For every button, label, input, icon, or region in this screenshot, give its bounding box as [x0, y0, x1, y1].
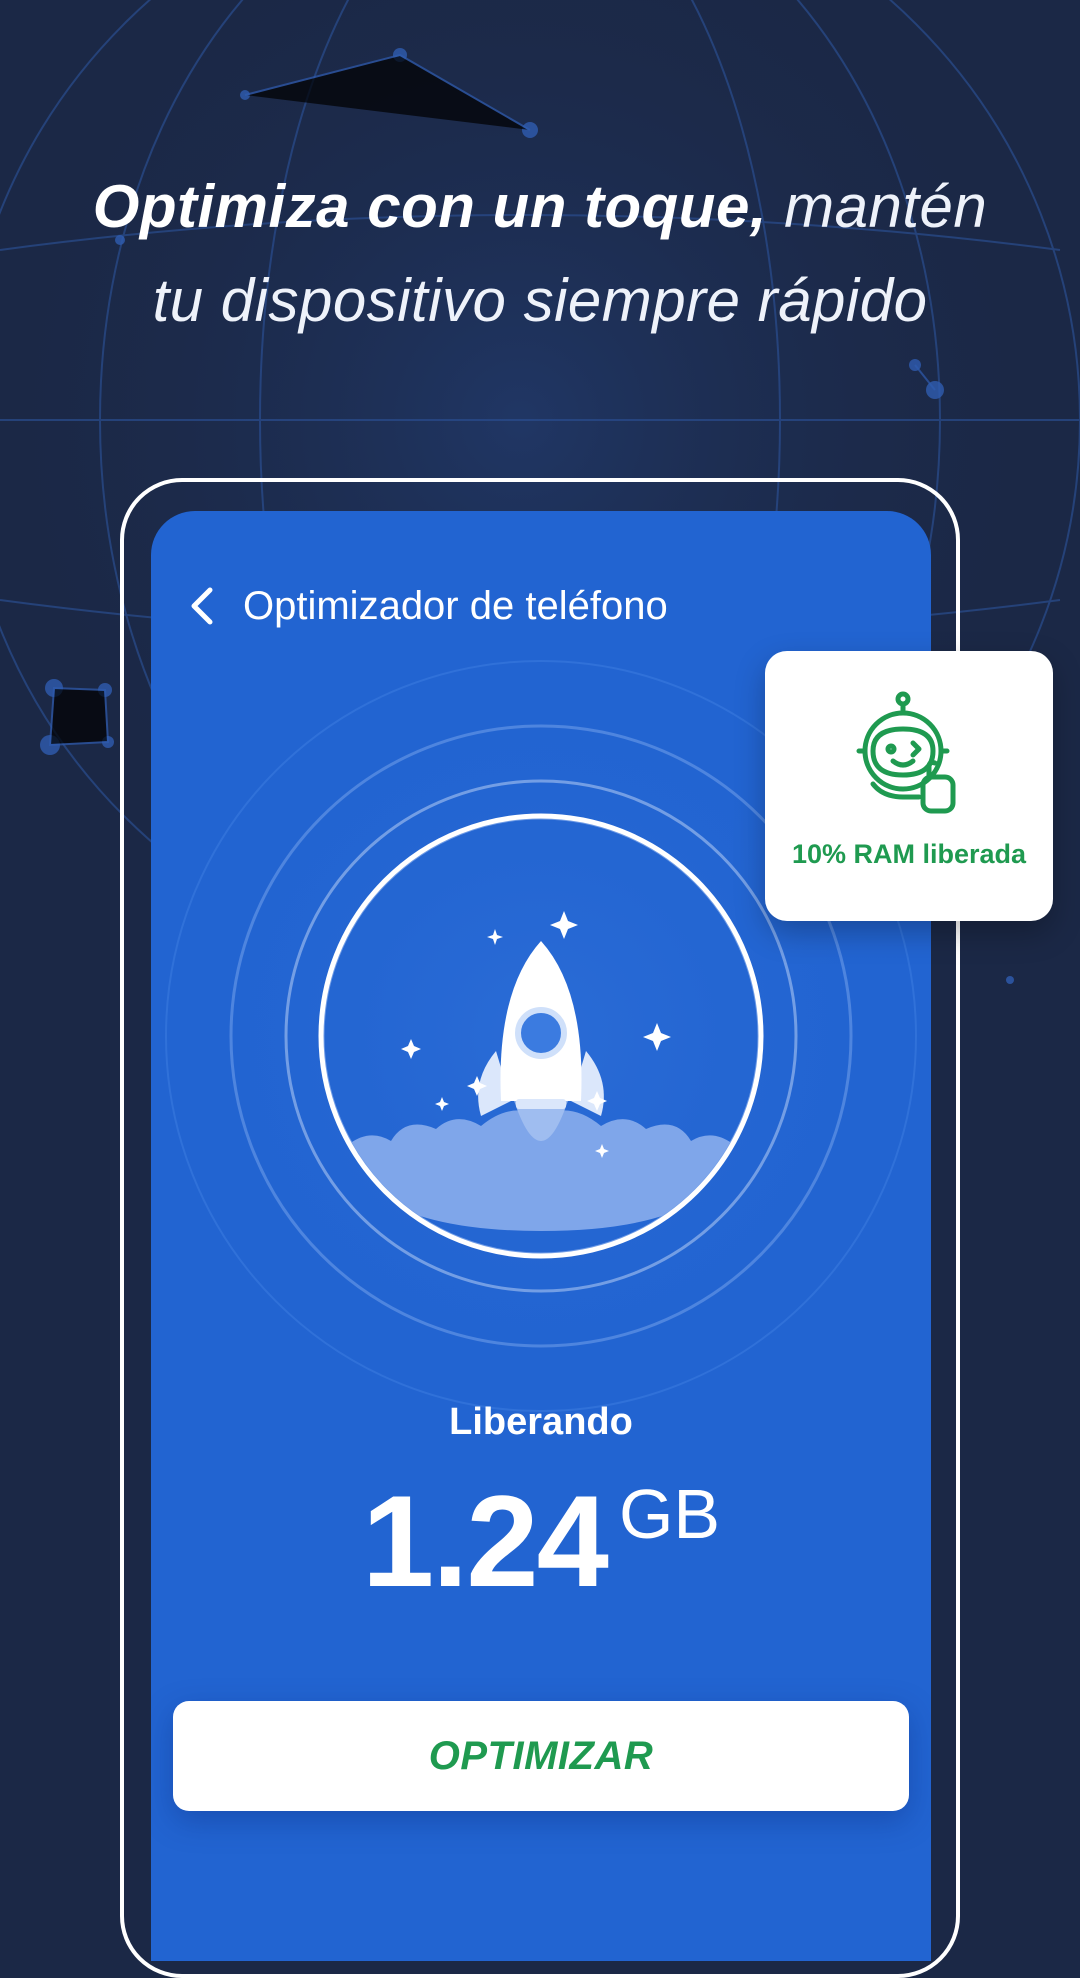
freed-amount-value: 1.24 — [361, 1468, 609, 1614]
robot-icon — [856, 691, 956, 814]
headline-light-1: mantén — [784, 173, 988, 240]
ram-freed-card: 10% RAM liberada — [765, 651, 1053, 921]
status-label: Liberando — [449, 1401, 633, 1443]
ram-freed-label: 10% RAM liberada — [791, 839, 1027, 869]
optimize-button[interactable]: OPTIMIZAR — [173, 1701, 909, 1811]
screen-title: Optimizador de teléfono — [243, 583, 668, 628]
headline-light-2: tu dispositivo siempre rápido — [152, 267, 928, 334]
chevron-left-icon[interactable] — [181, 581, 221, 631]
headline-bold: Optimiza con un toque, — [92, 173, 767, 240]
screen-header: Optimizador de teléfono — [181, 571, 668, 641]
freed-amount-unit: GB — [618, 1475, 721, 1553]
headline: Optimiza con un toque, mantén tu disposi… — [40, 160, 1040, 348]
freed-amount: 1.24 GB — [151, 1466, 931, 1616]
